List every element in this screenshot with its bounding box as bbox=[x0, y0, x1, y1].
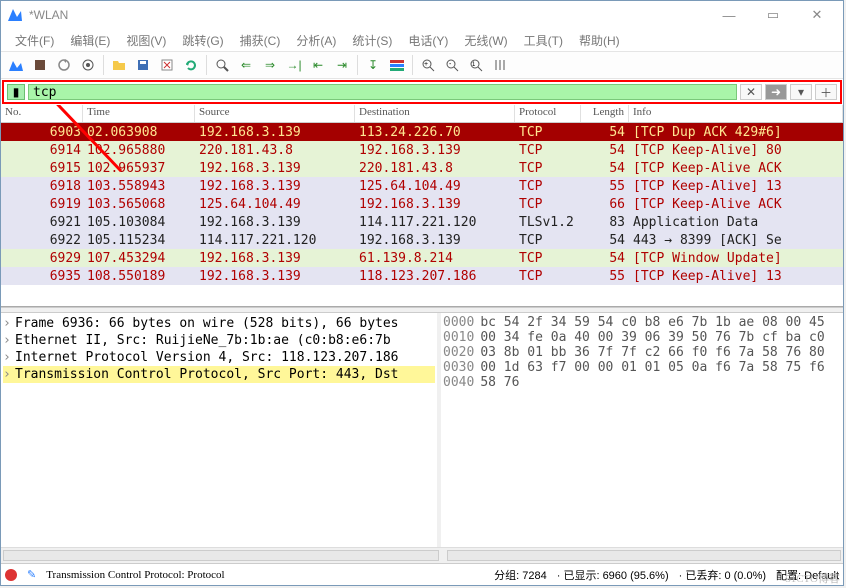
last-icon[interactable]: ⇥ bbox=[331, 54, 353, 76]
status-packets: 分组: 7284 bbox=[494, 567, 547, 583]
status-field: Transmission Control Protocol: Protocol bbox=[46, 569, 224, 581]
detail-row[interactable]: ›Internet Protocol Version 4, Src: 118.1… bbox=[3, 349, 435, 366]
maximize-button[interactable]: ▭ bbox=[751, 1, 795, 29]
goto-icon[interactable]: →| bbox=[283, 54, 305, 76]
menu-help[interactable]: 帮助(H) bbox=[571, 30, 628, 51]
detail-row[interactable]: ›Transmission Control Protocol, Src Port… bbox=[3, 366, 435, 383]
zoom-reset-icon[interactable]: 1 bbox=[465, 54, 487, 76]
reload-file-icon[interactable] bbox=[180, 54, 202, 76]
hex-row[interactable]: 004058 76 bbox=[443, 375, 841, 390]
svg-text:-: - bbox=[449, 61, 452, 68]
packet-list-body[interactable]: 690302.063908192.168.3.139113.24.226.70T… bbox=[1, 123, 843, 305]
hex-row[interactable]: 0000bc 54 2f 34 59 54 c0 b8 e6 7b 1b ae … bbox=[443, 315, 841, 330]
menu-analyze[interactable]: 分析(A) bbox=[288, 30, 344, 51]
save-file-icon[interactable] bbox=[132, 54, 154, 76]
hex-row[interactable]: 002003 8b 01 bb 36 7f 7f c2 66 f0 f6 7a … bbox=[443, 345, 841, 360]
table-row[interactable]: 6918103.558943192.168.3.139125.64.104.49… bbox=[1, 177, 843, 195]
hex-row[interactable]: 003000 1d 63 f7 00 00 01 01 05 0a f6 7a … bbox=[443, 360, 841, 375]
titlebar: *WLAN — ▭ ✕ bbox=[1, 1, 843, 29]
packet-list-header: No. Time Source Destination Protocol Len… bbox=[1, 105, 843, 123]
display-filter-input[interactable] bbox=[28, 84, 737, 100]
col-proto[interactable]: Protocol bbox=[515, 105, 581, 122]
menu-phone[interactable]: 电话(Y) bbox=[400, 30, 456, 51]
hex-row[interactable]: 001000 34 fe 0a 40 00 39 06 39 50 76 7b … bbox=[443, 330, 841, 345]
table-row[interactable]: 6915102.965937192.168.3.139220.181.43.8T… bbox=[1, 159, 843, 177]
table-row[interactable]: 6921105.103084192.168.3.139114.117.221.1… bbox=[1, 213, 843, 231]
app-icon bbox=[7, 7, 23, 23]
menu-go[interactable]: 跳转(G) bbox=[174, 30, 231, 51]
status-displayed: · 已显示: 6960 (95.6%) bbox=[557, 567, 669, 583]
col-dest[interactable]: Destination bbox=[355, 105, 515, 122]
col-source[interactable]: Source bbox=[195, 105, 355, 122]
resize-columns-icon[interactable] bbox=[489, 54, 511, 76]
first-icon[interactable]: ⇤ bbox=[307, 54, 329, 76]
table-row[interactable]: 6919103.565068125.64.104.49192.168.3.139… bbox=[1, 195, 843, 213]
menu-tools[interactable]: 工具(T) bbox=[516, 30, 571, 51]
table-row[interactable]: 6935108.550189192.168.3.139118.123.207.1… bbox=[1, 267, 843, 285]
packet-bytes-pane[interactable]: 0000bc 54 2f 34 59 54 c0 b8 e6 7b 1b ae … bbox=[441, 313, 843, 547]
autoscroll-icon[interactable]: ↧ bbox=[362, 54, 384, 76]
status-dropped: · 已丢弃: 0 (0.0%) bbox=[679, 567, 766, 583]
menu-file[interactable]: 文件(F) bbox=[7, 30, 62, 51]
prev-icon[interactable]: ⇐ bbox=[235, 54, 257, 76]
svg-text:+: + bbox=[424, 61, 428, 68]
watermark: 51CTO博客 bbox=[785, 570, 840, 586]
open-file-icon[interactable] bbox=[108, 54, 130, 76]
filter-bookmark-icon[interactable]: ▮ bbox=[7, 84, 25, 100]
stop-capture-icon[interactable] bbox=[29, 54, 51, 76]
table-row[interactable]: 6914102.965880220.181.43.8192.168.3.139T… bbox=[1, 141, 843, 159]
minimize-button[interactable]: — bbox=[707, 1, 751, 29]
close-button[interactable]: ✕ bbox=[795, 1, 839, 29]
zoom-out-icon[interactable]: - bbox=[441, 54, 463, 76]
table-row[interactable]: 690302.063908192.168.3.139113.24.226.70T… bbox=[1, 123, 843, 141]
statusbar: ✎ Transmission Control Protocol: Protoco… bbox=[1, 563, 843, 585]
zoom-in-icon[interactable]: + bbox=[417, 54, 439, 76]
menubar: 文件(F) 编辑(E) 视图(V) 跳转(G) 捕获(C) 分析(A) 统计(S… bbox=[1, 29, 843, 51]
colorize-icon[interactable] bbox=[386, 54, 408, 76]
filter-clear-button[interactable]: ✕ bbox=[740, 84, 762, 100]
capture-file-icon[interactable]: ✎ bbox=[27, 568, 36, 581]
start-capture-icon[interactable] bbox=[5, 54, 27, 76]
detail-row[interactable]: ›Frame 6936: 66 bytes on wire (528 bits)… bbox=[3, 315, 435, 332]
menu-edit[interactable]: 编辑(E) bbox=[62, 30, 118, 51]
toolbar: ⇐ ⇒ →| ⇤ ⇥ ↧ + - 1 bbox=[1, 51, 843, 79]
next-icon[interactable]: ⇒ bbox=[259, 54, 281, 76]
capture-options-icon[interactable] bbox=[77, 54, 99, 76]
col-info[interactable]: Info bbox=[629, 105, 843, 122]
col-no[interactable]: No. bbox=[1, 105, 83, 122]
restart-capture-icon[interactable] bbox=[53, 54, 75, 76]
menu-view[interactable]: 视图(V) bbox=[118, 30, 174, 51]
menu-stats[interactable]: 统计(S) bbox=[344, 30, 400, 51]
expert-info-icon[interactable] bbox=[5, 569, 17, 581]
col-time[interactable]: Time bbox=[83, 105, 195, 122]
col-length[interactable]: Length bbox=[581, 105, 629, 122]
detail-row[interactable]: ›Ethernet II, Src: RuijieNe_7b:1b:ae (c0… bbox=[3, 332, 435, 349]
menu-capture[interactable]: 捕获(C) bbox=[232, 30, 289, 51]
close-file-icon[interactable] bbox=[156, 54, 178, 76]
filter-apply-button[interactable]: ➜ bbox=[765, 84, 787, 100]
bottom-scrollbars[interactable] bbox=[1, 547, 843, 563]
table-row[interactable]: 6929107.453294192.168.3.13961.139.8.214T… bbox=[1, 249, 843, 267]
svg-text:1: 1 bbox=[472, 62, 476, 68]
packet-list-pane: No. Time Source Destination Protocol Len… bbox=[1, 105, 843, 307]
table-row[interactable]: 6922105.115234114.117.221.120192.168.3.1… bbox=[1, 231, 843, 249]
filter-bar: ▮ ✕ ➜ ▾ ＋ bbox=[2, 80, 842, 104]
menu-wireless[interactable]: 无线(W) bbox=[456, 30, 515, 51]
window-title: *WLAN bbox=[29, 8, 707, 22]
filter-dropdown-button[interactable]: ▾ bbox=[790, 84, 812, 100]
find-icon[interactable] bbox=[211, 54, 233, 76]
filter-add-button[interactable]: ＋ bbox=[815, 84, 837, 100]
packet-details-pane[interactable]: ›Frame 6936: 66 bytes on wire (528 bits)… bbox=[1, 313, 441, 547]
